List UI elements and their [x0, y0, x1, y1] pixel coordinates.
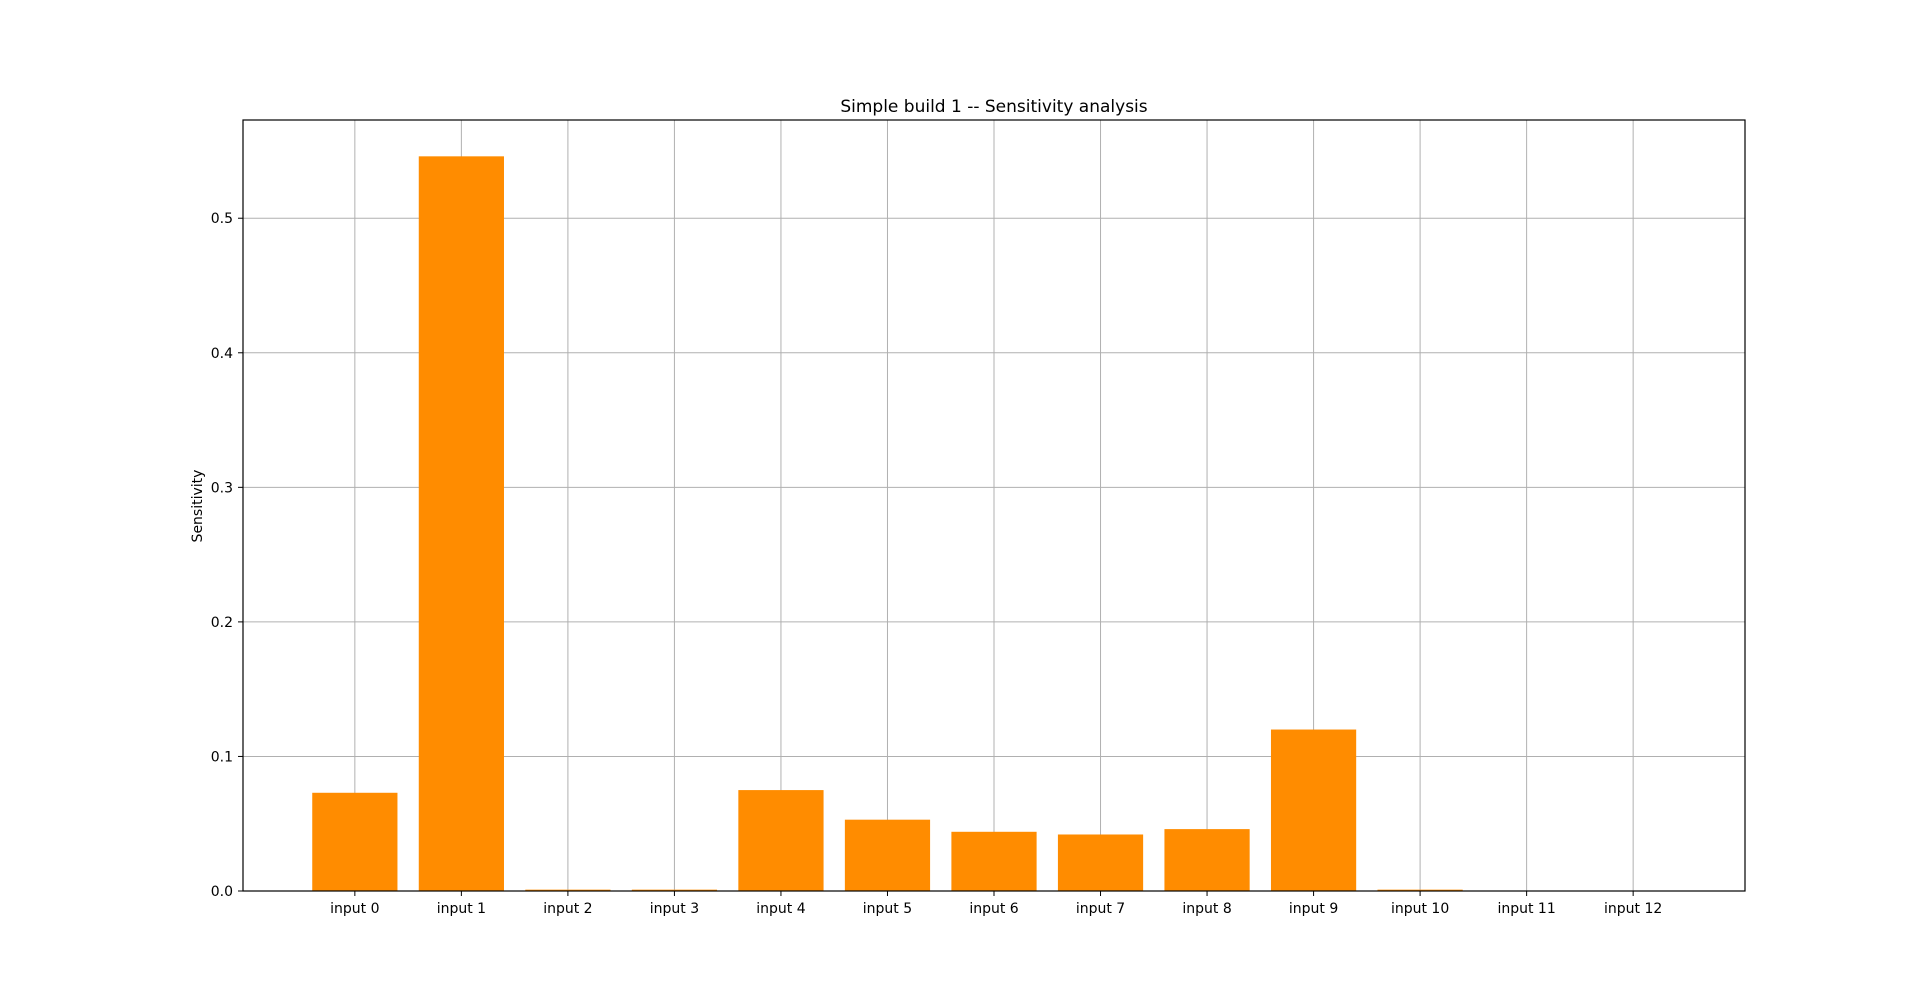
- bar: [951, 831, 1037, 891]
- bar: [418, 156, 504, 892]
- y-tick-label: 0.0: [211, 884, 233, 900]
- y-tick-label: 0.1: [211, 749, 233, 765]
- x-tick-label: input 1: [437, 901, 486, 917]
- x-tick-label: input 11: [1497, 901, 1555, 917]
- x-tick-label: input 7: [1076, 901, 1125, 917]
- x-tick-label: input 4: [756, 901, 805, 917]
- bar: [1057, 834, 1144, 891]
- bar: [1164, 829, 1250, 891]
- y-axis-label: Sensitivity: [190, 470, 206, 543]
- x-tick-label: input 6: [969, 901, 1018, 917]
- y-tick-label: 0.4: [211, 346, 233, 362]
- bar: [312, 792, 398, 891]
- x-tick-label: input 9: [1289, 901, 1338, 917]
- sensitivity-chart: input 0 input 1 input 2 input 3 input 4 input…: [0, 0, 1920, 993]
- chart-title: Simple build 1 -- Sensitivity analysis: [840, 97, 1147, 117]
- bar: [1270, 729, 1357, 891]
- y-tick-label: 0.3: [211, 480, 233, 496]
- x-tick-label: input 10: [1391, 901, 1449, 917]
- chart-svg: input 0 input 1 input 2 input 3 input 4 input…: [0, 0, 1920, 993]
- y-tick-label: 0.2: [211, 615, 233, 631]
- bar: [738, 790, 824, 891]
- y-tick-label: 0.5: [211, 211, 233, 227]
- x-tick-label: input 5: [863, 901, 912, 917]
- x-tick-label: input 12: [1604, 901, 1662, 917]
- x-tick-label: input 8: [1182, 901, 1231, 917]
- x-tick-label: input 0: [330, 901, 379, 917]
- x-tick-label: input 2: [543, 901, 592, 917]
- bar: [844, 819, 931, 891]
- x-tick-label: input 3: [650, 901, 699, 917]
